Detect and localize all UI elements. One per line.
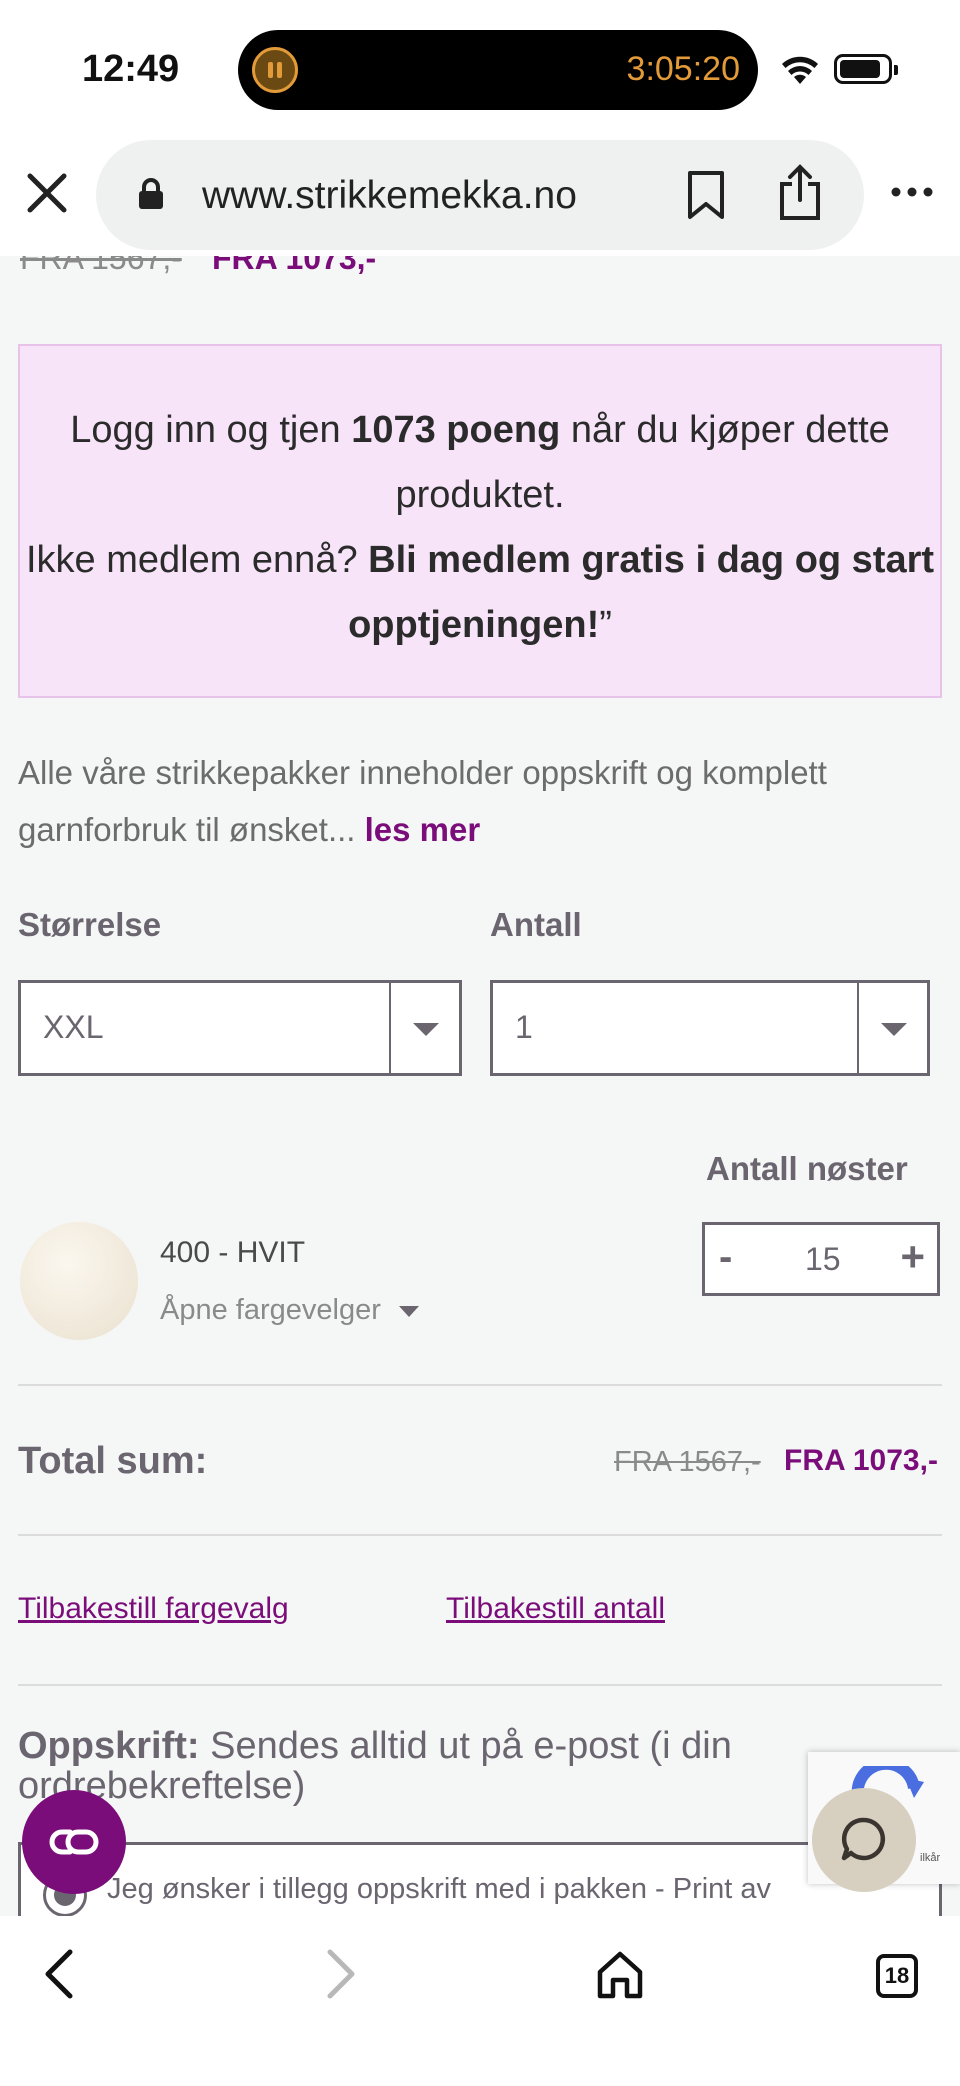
browser-address-bar: www.strikkemekka.no	[0, 138, 960, 256]
share-icon[interactable]	[776, 164, 824, 222]
close-icon[interactable]	[22, 168, 72, 218]
increment-button[interactable]: +	[900, 1233, 925, 1281]
reset-quantity-link[interactable]: Tilbakestill antall	[446, 1592, 665, 1626]
status-time: 12:49	[82, 48, 180, 90]
chevron-down-icon	[857, 983, 927, 1073]
forward-icon[interactable]	[312, 1946, 368, 2002]
chat-button[interactable]	[812, 1788, 916, 1892]
battery-icon	[834, 54, 898, 84]
total-old-price: FRA 1567,-	[614, 1446, 761, 1478]
dynamic-island[interactable]: 3:05:20	[238, 30, 758, 110]
member-text-post: ”	[599, 604, 612, 646]
home-icon[interactable]	[592, 1946, 648, 2002]
decrement-button[interactable]: -	[719, 1235, 732, 1280]
quantity-label: Antall	[490, 906, 582, 943]
tabs-button[interactable]: 18	[876, 1954, 918, 1998]
member-text-pre: Ikke medlem ennå?	[25, 539, 369, 581]
more-icon[interactable]	[890, 178, 934, 206]
recipe-option[interactable]: Jeg ønsker i tillegg oppskrift med i pak…	[18, 1842, 942, 1922]
recipe-heading: Oppskrift: Sendes alltid ut på e-post (i…	[18, 1726, 918, 1806]
loyalty-button[interactable]	[22, 1790, 126, 1894]
chevron-down-icon	[389, 983, 459, 1073]
recipe-option-text: Jeg ønsker i tillegg oppskrift med i pak…	[107, 1873, 772, 1905]
lock-icon	[139, 178, 163, 209]
points-text: Logg inn og tjen 1073 poeng når du kjøpe…	[20, 398, 940, 658]
yarn-color-swatch[interactable]	[20, 1222, 138, 1340]
total-sale-price: FRA 1073,-	[784, 1444, 938, 1477]
total-label: Total sum:	[18, 1440, 208, 1482]
reset-colors-link[interactable]: Tilbakestill fargevalg	[18, 1592, 289, 1626]
caret-down-icon	[398, 1305, 419, 1317]
size-label: Størrelse	[18, 906, 162, 943]
divider	[18, 1684, 942, 1686]
skeins-count[interactable]: 15	[805, 1241, 841, 1278]
timer-icon	[252, 47, 298, 93]
status-bar: 12:49 3:05:20	[0, 0, 960, 138]
skeins-label: Antall nøster	[706, 1150, 908, 1187]
product-intro: Alle våre strikkepakker inneholder oppsk…	[18, 744, 918, 858]
chat-icon	[841, 1817, 886, 1861]
browser-toolbar: 18	[0, 1916, 960, 2086]
recipe-heading-label: Oppskrift:	[18, 1725, 200, 1767]
loyalty-points-box: Logg inn og tjen 1073 poeng når du kjøpe…	[18, 344, 942, 698]
quantity-value: 1	[515, 1009, 533, 1045]
skeins-stepper: - 15 +	[702, 1222, 940, 1296]
wifi-icon	[782, 56, 818, 84]
read-more-link[interactable]: les mer	[365, 811, 481, 848]
color-picker-label: Åpne fargevelger	[160, 1294, 381, 1326]
points-text-pre: Logg inn og tjen	[70, 409, 352, 451]
loyalty-icon	[49, 1829, 99, 1855]
recaptcha-terms[interactable]: ilkår	[920, 1852, 940, 1864]
divider	[18, 1534, 942, 1536]
url-field[interactable]: www.strikkemekka.no	[96, 140, 864, 250]
yarn-color-name: 400 - HVIT	[160, 1236, 306, 1269]
back-icon[interactable]	[32, 1946, 88, 2002]
points-amount: 1073 poeng	[351, 409, 561, 451]
quantity-select[interactable]: 1	[490, 980, 930, 1076]
timer-readout: 3:05:20	[626, 50, 740, 88]
divider	[18, 1384, 942, 1386]
color-picker-toggle[interactable]: Åpne fargevelger	[160, 1294, 419, 1327]
bookmark-icon[interactable]	[684, 170, 728, 220]
member-cta[interactable]: Bli medlem gratis i dag og start opptjen…	[348, 539, 934, 646]
url-text: www.strikkemekka.no	[202, 174, 577, 217]
size-value: XXL	[43, 1009, 104, 1045]
size-select[interactable]: XXL	[18, 980, 462, 1076]
